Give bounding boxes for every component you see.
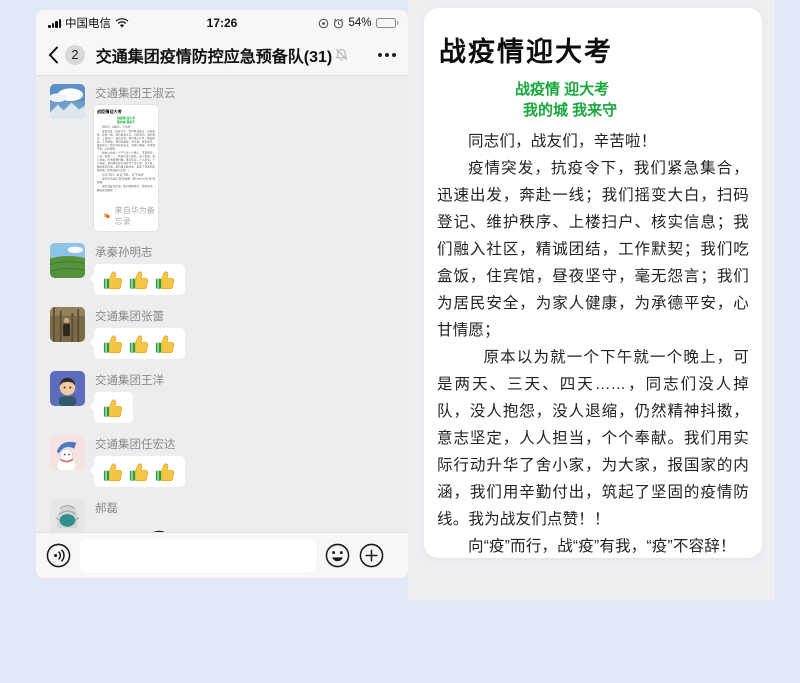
voice-message-button voice-wave-icon[interactable] [46,543,71,568]
avatar[interactable] [50,243,85,278]
memo-paragraph: 原本以为就一个下午就一个晚上，可是两天、三天、四天……，同志们没人掉队，没人抱怨… [437,344,749,533]
chat-message-list[interactable]: 交通集团王淑云 战疫情迎大考 战疫情 迎大考 我的城 我来守 同志们，战友们，辛… [36,76,408,532]
avatar[interactable] [50,499,85,532]
memo-subtitle-line: 我的城 我来守 [523,100,749,121]
chat-header: 2 交通集团疫情防控应急预备队(31) [36,34,408,76]
sender-name: 郝磊 [95,500,192,516]
memo-title: 战疫情迎大考 [439,30,749,69]
sender-name: 交通集团王淑云 [95,85,176,101]
more-menu-button ellipsis-icon[interactable] [378,53,396,57]
thumbs-up-emoji [155,269,176,290]
sender-name: 交通集团王洋 [95,372,164,388]
avatar[interactable] [50,84,85,119]
memo-panel: 战疫情迎大考 战疫情 迎大考 我的城 我来守 同志们，战友们，辛苦啦！ 疫情突发… [408,0,775,600]
battery-percent-label: 54% [348,17,371,29]
sender-name: 承秦孙明志 [95,244,185,260]
back-button chevron-left-icon[interactable] [48,46,59,64]
thumbs-up-emoji [103,269,124,290]
status-bar: 中国电信 17:26 54% [36,10,408,34]
thumbs-up-emoji [103,461,124,482]
memo-body: 同志们，战友们，辛苦啦！ 疫情突发，抗疫令下，我们紧急集合，迅速出发，奔赴一线；… [437,128,749,558]
chat-input-bar [36,532,408,578]
alarm-clock-icon [333,18,344,29]
thumbs-up-emoji [129,333,150,354]
message-text-input[interactable] [80,539,316,572]
unread-count-badge[interactable]: 2 [65,45,85,65]
avatar[interactable] [50,307,85,342]
avatar[interactable] [50,371,85,406]
message-row: 郝磊 [36,491,408,532]
memo-paragraph: 向“疫”而行，战“疫”有我，“疫”不容辞！ [437,533,749,558]
huawei-notes-icon [103,211,111,221]
wechat-phone-screenshot: 中国电信 17:26 54% [36,10,408,578]
note-preview-title: 战疫情迎大考 [97,108,155,114]
sender-name: 交通集团张蕾 [95,308,185,324]
message-bubble[interactable] [94,264,185,295]
message-bubble[interactable] [94,328,185,359]
avatar[interactable] [50,435,85,470]
background-strip [775,0,800,600]
rotation-lock-icon [318,18,329,29]
shared-note-card[interactable]: 战疫情迎大考 战疫情 迎大考 我的城 我来守 同志们，战友们，辛苦啦！ 疫情突发… [94,105,158,231]
memo-document-card: 战疫情迎大考 战疫情 迎大考 我的城 我来守 同志们，战友们，辛苦啦！ 疫情突发… [424,8,762,558]
message-bubble[interactable] [94,456,185,487]
message-row: 交通集团张蕾 [36,299,408,359]
thumbs-up-emoji [129,269,150,290]
add-attachment-button plus-circle-icon[interactable] [359,543,384,568]
sender-name: 交通集团任宏达 [95,436,185,452]
memo-subtitle-line: 战疫情 迎大考 [515,79,749,100]
emoji-button smiley-icon[interactable] [325,543,350,568]
thumbs-up-emoji [103,333,124,354]
message-row: 交通集团王洋 [36,363,408,423]
message-bubble[interactable] [94,392,133,423]
chat-title: 交通集团疫情防控应急预备队(31) [96,43,332,67]
message-row: 承秦孙明志 [36,235,408,295]
thumbs-up-emoji [155,333,176,354]
thumbs-up-emoji [103,397,124,418]
message-row: 交通集团任宏达 [36,427,408,487]
battery-icon [376,18,399,28]
memo-paragraph: 疫情突发，抗疫令下，我们紧急集合，迅速出发，奔赴一线；我们摇变大白，扫码登记、维… [437,155,749,344]
bell-muted-icon [335,48,348,61]
thumbs-up-emoji [129,461,150,482]
memo-paragraph: 同志们，战友们，辛苦啦！ [437,128,749,155]
message-row: 交通集团王淑云 战疫情迎大考 战疫情 迎大考 我的城 我来守 同志们，战友们，辛… [36,76,408,231]
fist-sticker[interactable] [120,522,192,532]
thumbs-up-emoji [155,461,176,482]
